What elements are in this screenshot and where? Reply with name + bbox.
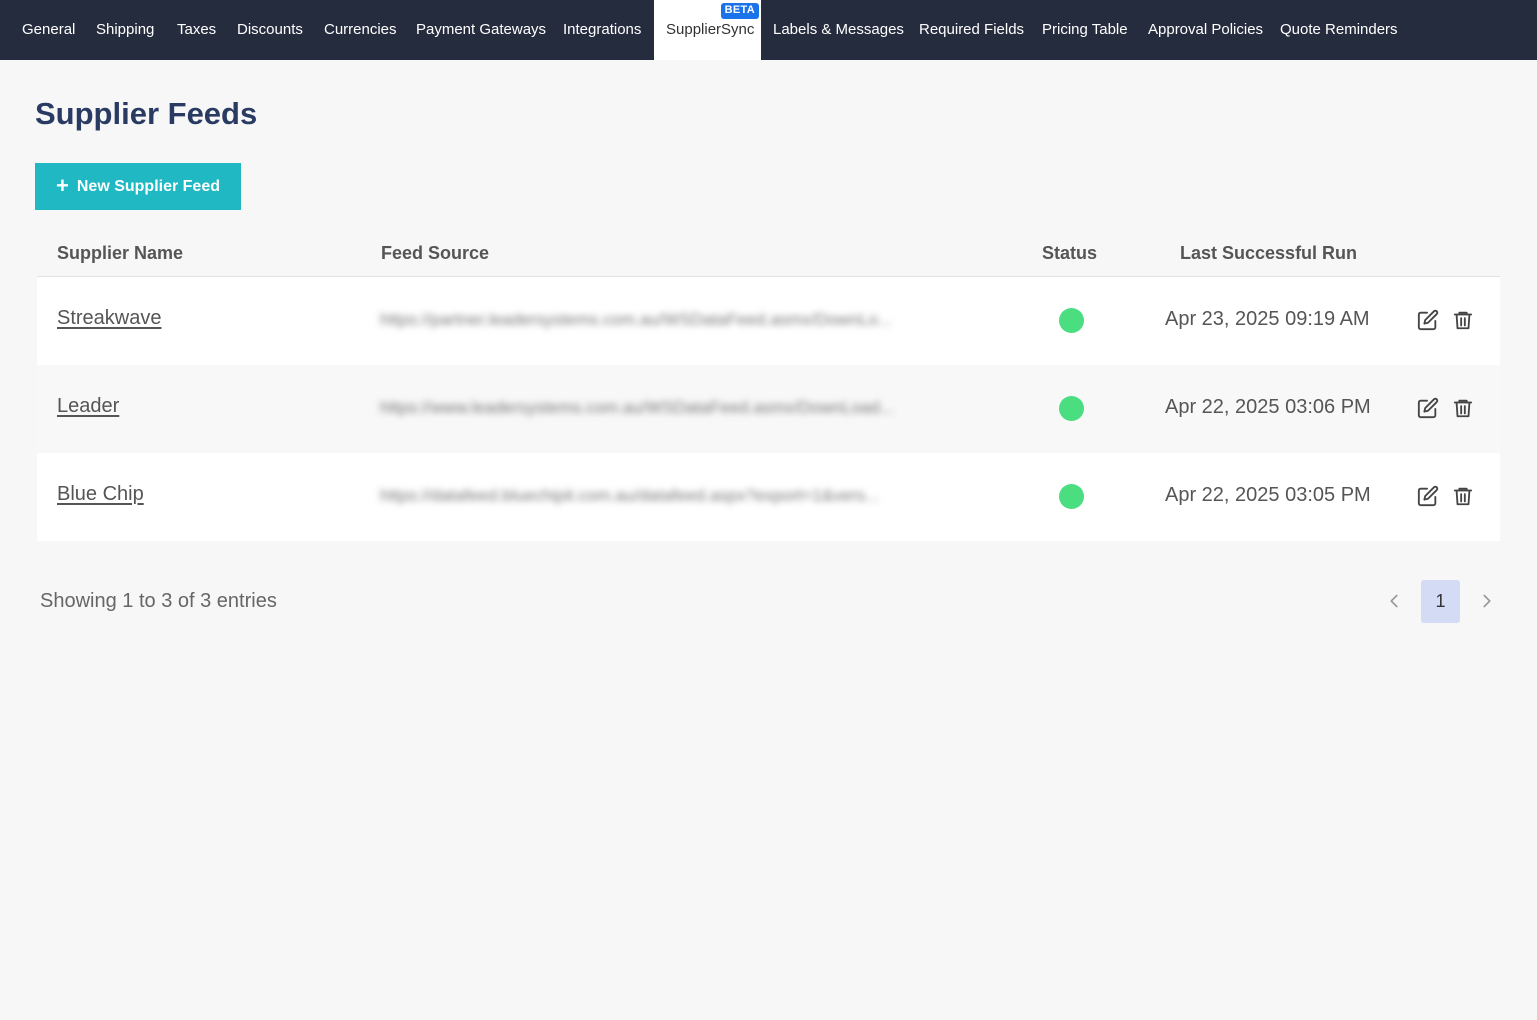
- tab-discounts[interactable]: Discounts: [237, 0, 303, 60]
- plus-icon: +: [56, 172, 69, 198]
- column-header-status: Status: [1042, 243, 1098, 263]
- top-navigation: General Shipping Taxes Discounts Currenc…: [0, 0, 1537, 60]
- pagination-page-1[interactable]: 1: [1421, 580, 1460, 623]
- feed-source-url: https://partner.leadersystems.com.au/WSD…: [380, 310, 893, 329]
- chevron-right-icon[interactable]: [1476, 589, 1498, 613]
- column-header-last-successful-run: Last Successful Run: [1180, 243, 1358, 263]
- edit-icon[interactable]: [1417, 309, 1439, 331]
- beta-badge: BETA: [720, 3, 759, 19]
- new-supplier-feed-label: New Supplier Feed: [76, 177, 220, 195]
- trash-icon[interactable]: [1452, 309, 1474, 331]
- supplier-name-link[interactable]: Blue Chip: [57, 483, 144, 506]
- table-row: Streakwave https://partner.leadersystems…: [37, 277, 1500, 365]
- feed-source-url: https://www.leadersystems.com.au/WSDataF…: [380, 398, 894, 417]
- last-successful-run: Apr 22, 2025 03:05 PM: [1165, 484, 1371, 506]
- edit-icon[interactable]: [1417, 485, 1439, 507]
- supplier-feeds-table: Supplier Name Feed Source Status Last Su…: [37, 229, 1500, 541]
- tab-suppliersync[interactable]: SupplierSync BETA: [654, 0, 761, 60]
- tab-pricing-table[interactable]: Pricing Table: [1042, 0, 1128, 60]
- new-supplier-feed-button[interactable]: + New Supplier Feed: [35, 163, 241, 210]
- edit-icon[interactable]: [1417, 397, 1439, 419]
- table-header: Supplier Name Feed Source Status Last Su…: [37, 229, 1500, 277]
- tab-labels-messages[interactable]: Labels & Messages: [773, 0, 904, 60]
- pagination-summary: Showing 1 to 3 of 3 entries: [40, 590, 277, 612]
- tab-shipping[interactable]: Shipping: [96, 0, 154, 60]
- column-header-feed-source: Feed Source: [381, 243, 490, 263]
- last-successful-run: Apr 22, 2025 03:06 PM: [1165, 396, 1371, 418]
- feed-source-url: https://datafeed.bluechipit.com.au/dataf…: [380, 486, 880, 505]
- supplier-name-link[interactable]: Leader: [57, 395, 119, 418]
- status-indicator: [1059, 308, 1084, 333]
- tab-payment-gateways[interactable]: Payment Gateways: [416, 0, 546, 60]
- status-indicator: [1059, 484, 1084, 509]
- tab-taxes[interactable]: Taxes: [177, 0, 216, 60]
- trash-icon[interactable]: [1452, 397, 1474, 419]
- page-title: Supplier Feeds: [35, 96, 258, 131]
- tab-required-fields[interactable]: Required Fields: [919, 0, 1024, 60]
- column-header-supplier-name: Supplier Name: [57, 243, 184, 263]
- supplier-name-link[interactable]: Streakwave: [57, 307, 162, 330]
- tab-general[interactable]: General: [22, 0, 75, 60]
- tab-quote-reminders[interactable]: Quote Reminders: [1280, 0, 1398, 60]
- last-successful-run: Apr 23, 2025 09:19 AM: [1165, 308, 1370, 330]
- tab-suppliersync-label: SupplierSync: [666, 21, 755, 38]
- chevron-left-icon[interactable]: [1383, 589, 1405, 613]
- table-row: Leader https://www.leadersystems.com.au/…: [37, 365, 1500, 453]
- status-indicator: [1059, 396, 1084, 421]
- tab-integrations[interactable]: Integrations: [563, 0, 641, 60]
- table-row: Blue Chip https://datafeed.bluechipit.co…: [37, 453, 1500, 541]
- tab-currencies[interactable]: Currencies: [324, 0, 397, 60]
- tab-approval-policies[interactable]: Approval Policies: [1148, 0, 1263, 60]
- trash-icon[interactable]: [1452, 485, 1474, 507]
